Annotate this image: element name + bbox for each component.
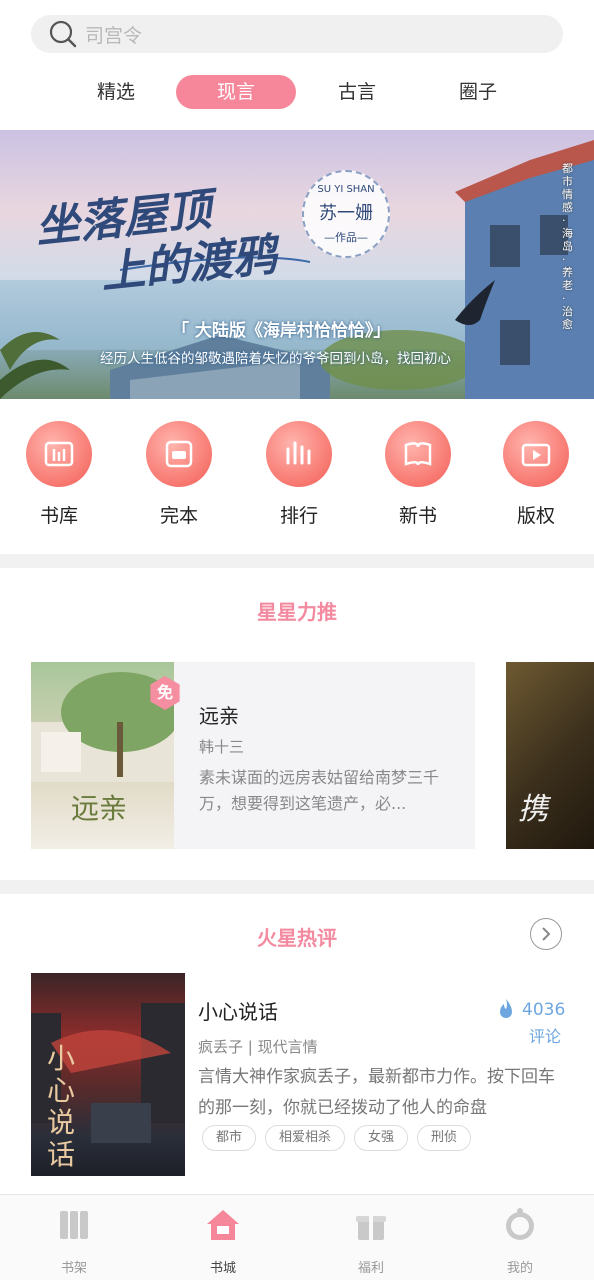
- tag-chip[interactable]: 刑侦: [417, 1125, 472, 1151]
- tag-chip[interactable]: 都市: [202, 1125, 257, 1151]
- search-icon: [49, 20, 77, 48]
- category-label: 书库: [39, 505, 78, 527]
- book-description: 素未谋面的远房表姑留给南梦三千万，想要得到这笔遗产，必...: [199, 768, 440, 813]
- category-label: 新书: [398, 505, 437, 527]
- comment-count[interactable]: 4036: [496, 998, 565, 1022]
- banner-tagline: 经历人生低谷的邹敬遇陪着失忆的爷爷回到小岛，找回初心: [100, 351, 451, 367]
- search-bar[interactable]: 司宫令: [31, 15, 563, 53]
- new-book-icon: [385, 421, 451, 487]
- ranking-icon: [266, 421, 332, 487]
- recommend-section-title: 星星力推: [257, 600, 337, 624]
- recommend-book-card[interactable]: 远亲 远亲 韩十三 素未谋面的远房表姑留给南梦三千万，想要得到这笔遗产，必...: [31, 662, 475, 849]
- nav-label: 福利: [357, 1261, 384, 1276]
- book-tags: 都市 相爱相杀 女强 刑侦: [202, 1125, 472, 1151]
- next-book-card[interactable]: 携: [506, 662, 594, 849]
- end-icon: [146, 421, 212, 487]
- chevron-right-icon: [542, 927, 551, 941]
- banner-side-text: 都市情感·海岛·养老·治愈: [562, 162, 573, 331]
- banner-headline: 「 大陆版《海岸村恰恰恰》」: [172, 321, 391, 341]
- nav-bookstore[interactable]: 书城: [168, 1195, 278, 1276]
- tab-ancient-romance[interactable]: 古言: [297, 75, 417, 109]
- author-seal: SU YI SHAN 苏一姗 —作品—: [302, 170, 390, 258]
- search-placeholder: 司宫令: [85, 24, 143, 47]
- hot-book-title[interactable]: 小心说话: [198, 996, 278, 1025]
- copyright-icon: [503, 421, 569, 487]
- nav-profile[interactable]: 我的: [465, 1195, 575, 1276]
- hot-book-meta: 疯丢子 | 现代言情: [198, 1038, 318, 1056]
- nav-label: 书城: [209, 1261, 236, 1276]
- section-divider: [0, 554, 594, 568]
- nav-welfare[interactable]: 福利: [316, 1195, 426, 1276]
- category-completed[interactable]: 完本: [129, 418, 229, 528]
- nav-label: 书架: [60, 1261, 87, 1276]
- tag-chip[interactable]: 女强: [354, 1125, 409, 1151]
- more-button[interactable]: [530, 918, 562, 950]
- home-icon: [168, 1205, 278, 1245]
- category-label: 版权: [516, 505, 555, 527]
- book-title: 远亲: [199, 704, 239, 728]
- tag-chip[interactable]: 相爱相杀: [265, 1125, 346, 1151]
- book-author: 韩十三: [199, 738, 245, 756]
- hot-section-title: 火星热评: [257, 926, 337, 950]
- section-divider: [0, 880, 594, 894]
- category-new-books[interactable]: 新书: [368, 418, 468, 528]
- promo-banner[interactable]: 坐落屋顶 上的渡鸦 SU YI SHAN 苏一姗 —作品— 「 大陆版《海岸村恰…: [0, 130, 594, 399]
- flame-icon: [500, 999, 512, 1018]
- tab-modern-romance[interactable]: 现言: [176, 75, 296, 109]
- hot-book-description: 言情大神作家疯丢子，最新都市力作。按下回车的那一刻，你就已经拨动了他人的命盘: [198, 1067, 555, 1118]
- category-label: 排行: [279, 505, 318, 527]
- gift-icon: [316, 1205, 426, 1245]
- category-library[interactable]: 书库: [9, 418, 109, 528]
- library-icon: [26, 421, 92, 487]
- bottom-navigation: 书架 书城 福利 我的: [0, 1194, 594, 1280]
- tab-featured[interactable]: 精选: [56, 75, 176, 109]
- tab-circle[interactable]: 圈子: [418, 75, 538, 109]
- bookshelf-icon: [19, 1205, 129, 1245]
- profile-icon: [465, 1205, 575, 1245]
- nav-label: 我的: [506, 1261, 533, 1276]
- category-ranking[interactable]: 排行: [249, 418, 349, 528]
- category-copyright[interactable]: 版权: [486, 418, 586, 528]
- hot-book-cover[interactable]: 小心说话: [31, 973, 185, 1176]
- category-shortcuts: 书库 完本 排行 新书 版权: [0, 418, 594, 538]
- category-tabs: 精选 现言 古言 圈子: [0, 75, 594, 111]
- comment-label[interactable]: 评论: [529, 1023, 561, 1047]
- category-label: 完本: [159, 505, 198, 527]
- nav-bookshelf[interactable]: 书架: [19, 1195, 129, 1276]
